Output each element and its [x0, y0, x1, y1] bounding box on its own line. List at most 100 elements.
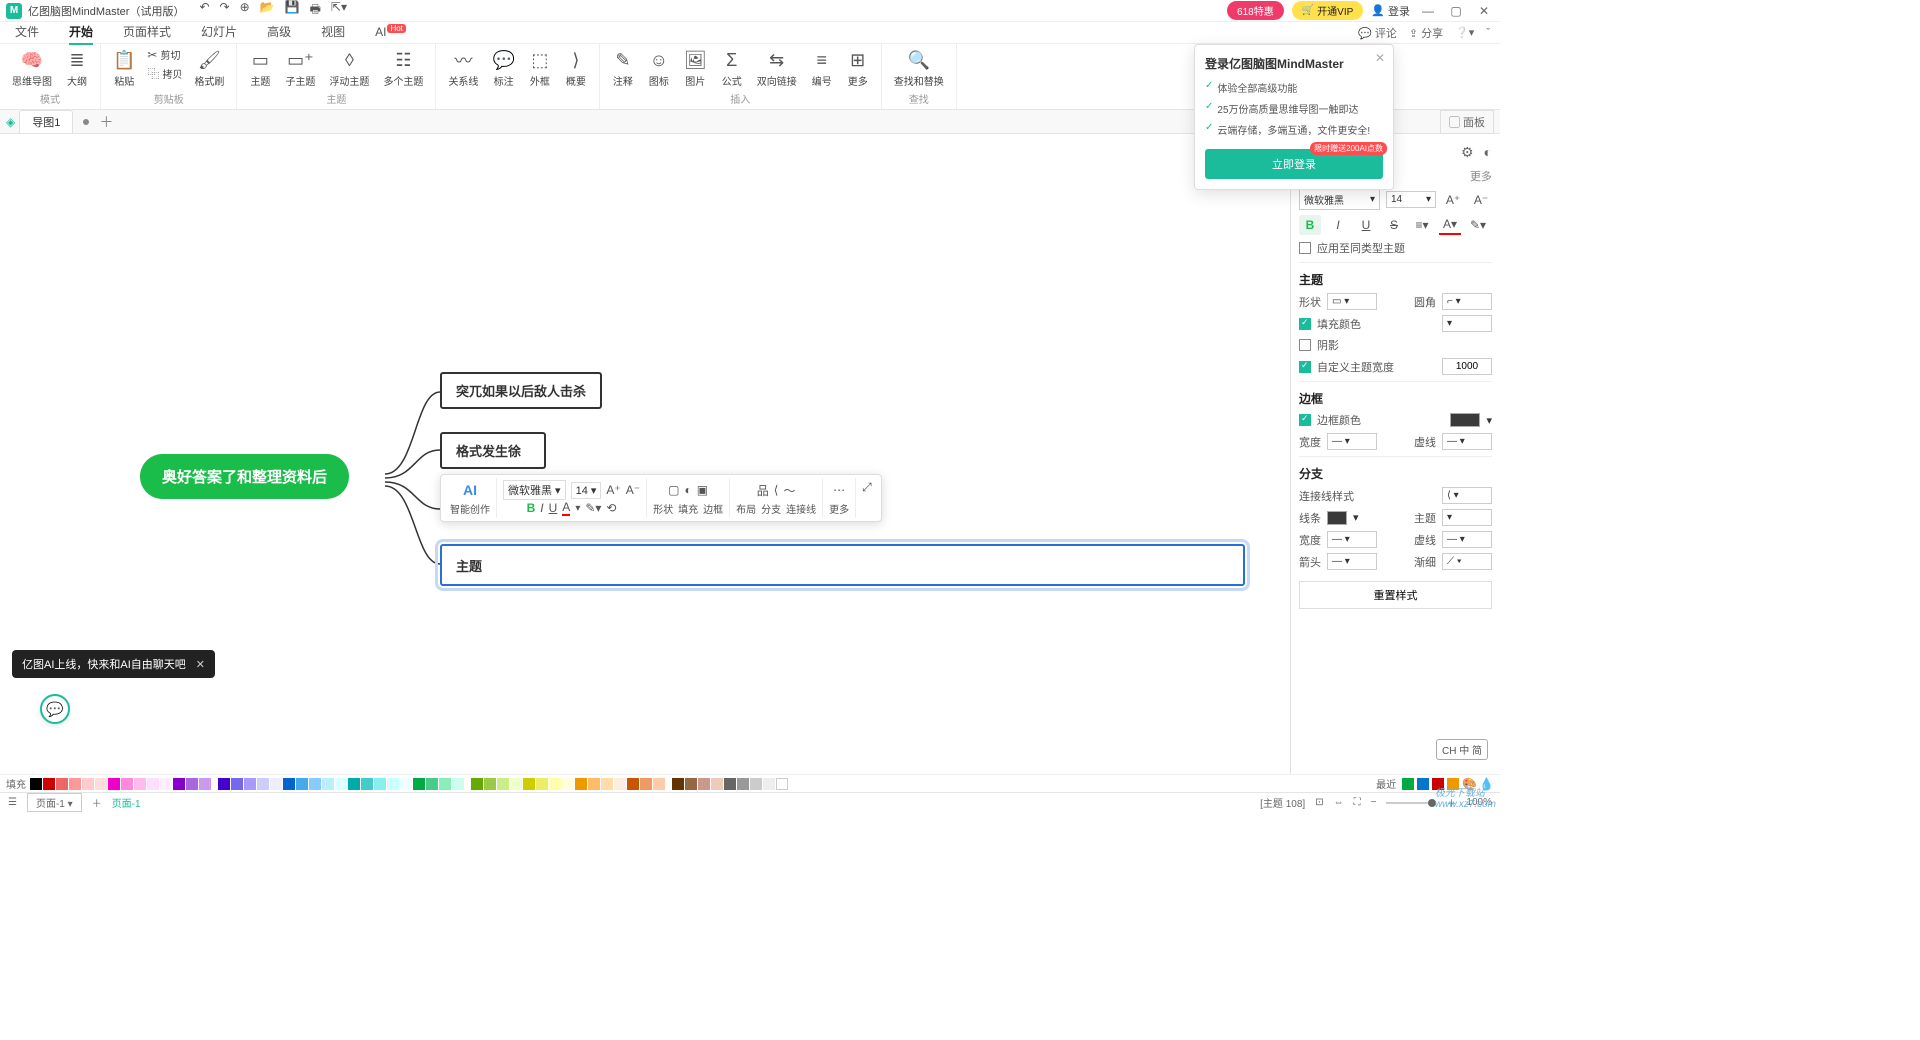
hyperlink-button[interactable]: ⇆双向链接 — [751, 46, 803, 91]
color-swatch[interactable] — [244, 778, 256, 790]
color-swatch[interactable] — [562, 778, 574, 790]
increase-font-button[interactable]: A⁺ — [1442, 190, 1464, 210]
minimize-icon[interactable]: — — [1418, 4, 1438, 18]
color-swatch[interactable] — [672, 778, 684, 790]
color-swatch[interactable] — [283, 778, 295, 790]
tab-advanced[interactable]: 高级 — [267, 23, 291, 42]
color-swatch[interactable] — [627, 778, 639, 790]
multiple-topic-button[interactable]: ☷多个主题 — [377, 46, 429, 91]
color-swatch[interactable] — [322, 778, 334, 790]
layout-icon[interactable]: 品 — [757, 482, 769, 499]
format-painter-button[interactable]: 🖌格式刷 — [188, 46, 230, 91]
connector-icon[interactable]: 〜 — [783, 482, 795, 499]
font-color-button[interactable]: A▾ — [1439, 215, 1461, 235]
font-family-select[interactable]: 微软雅黑 ▾ — [503, 480, 566, 500]
taper-select[interactable]: ⟋ ▾ — [1442, 553, 1492, 570]
color-swatch[interactable] — [737, 778, 749, 790]
decrease-font-icon[interactable]: A⁻ — [626, 483, 640, 497]
relation-button[interactable]: 〰关系线 — [442, 46, 484, 91]
color-swatch[interactable] — [400, 778, 412, 790]
color-swatch[interactable] — [348, 778, 360, 790]
close-icon[interactable]: ✕ — [1474, 4, 1494, 18]
save-icon[interactable]: 💾 — [285, 0, 300, 21]
color-swatch[interactable] — [536, 778, 548, 790]
branch-dash-select[interactable]: — ▾ — [1442, 531, 1492, 548]
help-icon[interactable]: ❔▾ — [1455, 26, 1474, 39]
canvas[interactable]: 奥好答案了和整理资料后 突兀如果以后敌人击杀 格式发生徐 主题 AI 智能创作 … — [0, 134, 1290, 774]
strikethrough-button[interactable]: S — [1383, 215, 1405, 235]
color-swatch[interactable] — [387, 778, 399, 790]
page-list-icon[interactable]: ☰ — [8, 797, 17, 808]
add-tab-button[interactable]: ＋ — [99, 112, 113, 132]
border-icon[interactable]: ▣ — [697, 483, 708, 497]
cut-button[interactable]: ✂剪切 — [143, 46, 186, 63]
fit-page-icon[interactable]: ⊡ — [1315, 797, 1323, 808]
new-icon[interactable]: ⊕ — [240, 0, 250, 21]
more-insert-button[interactable]: ⊞更多 — [841, 46, 875, 91]
highlight-button[interactable]: ✎▾ — [1467, 215, 1489, 235]
border-dash-select[interactable]: — ▾ — [1442, 433, 1492, 450]
color-swatch[interactable] — [413, 778, 425, 790]
color-swatch[interactable] — [601, 778, 613, 790]
expand-toolbar-icon[interactable]: ⤢ — [862, 480, 872, 495]
color-swatch[interactable] — [43, 778, 55, 790]
align-button[interactable]: ≡▾ — [1411, 215, 1433, 235]
undo-icon[interactable]: ↶ — [199, 0, 209, 21]
font-size-select[interactable]: 14 ▾ — [571, 482, 602, 499]
color-swatch[interactable] — [218, 778, 230, 790]
open-vip-button[interactable]: 🛒开通VIP — [1292, 1, 1364, 20]
color-swatch[interactable] — [711, 778, 723, 790]
italic-button[interactable]: I — [1327, 215, 1349, 235]
color-swatch[interactable] — [270, 778, 282, 790]
arrow-select[interactable]: — ▾ — [1327, 553, 1377, 570]
color-swatch[interactable] — [685, 778, 697, 790]
open-icon[interactable]: 📂 — [260, 0, 275, 21]
comment-button[interactable]: 💬 评论 — [1358, 25, 1397, 41]
color-swatch[interactable] — [510, 778, 522, 790]
fill-color-select[interactable]: ▾ — [1442, 315, 1492, 332]
color-swatch[interactable] — [361, 778, 373, 790]
color-swatch[interactable] — [231, 778, 243, 790]
color-swatch[interactable] — [134, 778, 146, 790]
shape-select[interactable]: ▭ ▾ — [1327, 293, 1377, 310]
zoom-out-button[interactable]: − — [1371, 797, 1377, 808]
recent-swatch[interactable] — [1417, 778, 1429, 790]
panel-toggle-button[interactable]: ▢ 面板 — [1440, 110, 1494, 134]
mindmap-child-node[interactable]: 突兀如果以后敌人击杀 — [440, 372, 602, 409]
promo-618-button[interactable]: 618特惠 — [1227, 1, 1284, 20]
color-swatch[interactable] — [186, 778, 198, 790]
color-swatch[interactable] — [698, 778, 710, 790]
find-replace-button[interactable]: 🔍查找和替换 — [888, 46, 950, 91]
reset-style-button[interactable]: 重置样式 — [1299, 581, 1492, 609]
color-swatch[interactable] — [724, 778, 736, 790]
tab-start[interactable]: 开始 — [69, 23, 93, 42]
apply-same-checkbox[interactable] — [1299, 242, 1311, 254]
shape-icon[interactable]: ▢ — [668, 483, 679, 497]
share-button[interactable]: ⇪ 分享 — [1409, 25, 1443, 41]
redo-icon[interactable]: ↷ — [220, 0, 230, 21]
color-swatch[interactable] — [30, 778, 42, 790]
clear-format-icon[interactable]: ⟲ — [606, 501, 616, 515]
border-color-checkbox[interactable] — [1299, 414, 1311, 426]
border-color-swatch[interactable] — [1450, 413, 1480, 427]
color-swatch[interactable] — [296, 778, 308, 790]
color-swatch[interactable] — [653, 778, 665, 790]
close-popup-icon[interactable]: ✕ — [1375, 51, 1385, 65]
color-swatch[interactable] — [471, 778, 483, 790]
mindmap-child-node[interactable]: 格式发生徐 — [440, 432, 546, 469]
underline-icon[interactable]: U — [549, 501, 558, 515]
tab-file[interactable]: 文件 — [15, 23, 39, 42]
width-input[interactable] — [1442, 358, 1492, 375]
color-swatch[interactable] — [575, 778, 587, 790]
page-tab[interactable]: 页面-1 — [112, 795, 141, 810]
recent-swatch[interactable] — [1402, 778, 1414, 790]
outline-mode-button[interactable]: ≣大纲 — [60, 46, 94, 91]
mindmap-mode-button[interactable]: 🧠思维导图 — [6, 46, 58, 91]
login-button[interactable]: 👤登录 — [1371, 3, 1410, 19]
font-size-select[interactable]: 14▾ — [1386, 191, 1436, 208]
color-swatch[interactable] — [257, 778, 269, 790]
paste-button[interactable]: 📋粘贴 — [107, 46, 141, 91]
color-swatch[interactable] — [426, 778, 438, 790]
highlight-icon[interactable]: ✎▾ — [585, 501, 601, 515]
color-swatch[interactable] — [69, 778, 81, 790]
